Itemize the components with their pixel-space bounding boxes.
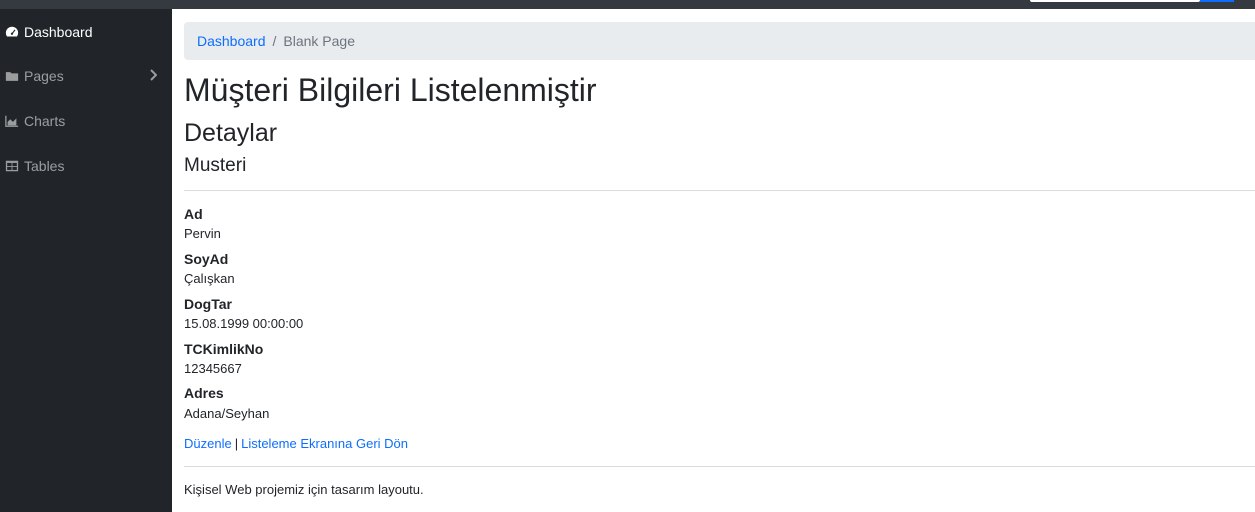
top-navbar	[0, 0, 1255, 9]
section-title: Musteri	[184, 155, 247, 176]
field-label-ad: Ad	[184, 206, 203, 222]
action-links: Düzenle | Listeleme Ekranına Geri Dön	[184, 436, 408, 451]
dashboard-icon	[5, 26, 19, 37]
sidebar-item-label: Dashboard	[24, 24, 93, 40]
divider	[184, 190, 1255, 191]
field-value-ad: Pervin	[184, 226, 221, 241]
field-label-adres: Adres	[184, 385, 224, 401]
field-label-dogtar: DogTar	[184, 296, 232, 312]
sidebar-item-label: Pages	[24, 68, 64, 84]
folder-icon	[5, 72, 19, 81]
sidebar-item-charts[interactable]: Charts	[0, 109, 172, 133]
field-label-soyad: SoyAd	[184, 251, 229, 267]
footer-divider	[184, 466, 1255, 467]
field-value-tckimlikno: 12345667	[184, 361, 242, 376]
main-content: Dashboard / Blank Page Müşteri Bilgileri…	[172, 9, 1255, 512]
breadcrumb-separator: /	[272, 33, 277, 49]
breadcrumb: Dashboard / Blank Page	[184, 22, 1255, 60]
edit-link[interactable]: Düzenle	[184, 436, 232, 451]
page-title: Müşteri Bilgileri Listelenmiştir	[184, 72, 597, 108]
link-separator: |	[234, 436, 239, 451]
breadcrumb-home-link[interactable]: Dashboard	[197, 33, 266, 49]
area-chart-icon	[5, 115, 19, 127]
sidebar-item-dashboard[interactable]: Dashboard	[0, 20, 172, 44]
breadcrumb-current: Blank Page	[283, 33, 355, 49]
search-button[interactable]	[1200, 0, 1234, 2]
footer-text: Kişisel Web projemiz için tasarım layout…	[184, 482, 424, 497]
chevron-right-icon	[150, 69, 157, 81]
table-icon	[5, 160, 19, 172]
sidebar: Dashboard Pages Charts Tables	[0, 9, 172, 512]
sidebar-item-tables[interactable]: Tables	[0, 154, 172, 178]
field-value-dogtar: 15.08.1999 00:00:00	[184, 316, 304, 331]
page-subtitle: Detaylar	[184, 119, 278, 147]
back-to-list-link[interactable]: Listeleme Ekranına Geri Dön	[241, 436, 408, 451]
field-value-soyad: Çalışkan	[184, 271, 235, 286]
sidebar-item-pages[interactable]: Pages	[0, 64, 172, 88]
field-label-tckimlikno: TCKimlikNo	[184, 341, 264, 357]
field-value-adres: Adana/Seyhan	[184, 406, 270, 421]
sidebar-item-label: Tables	[24, 158, 65, 174]
sidebar-item-label: Charts	[24, 113, 66, 129]
search-input[interactable]	[1030, 0, 1200, 2]
